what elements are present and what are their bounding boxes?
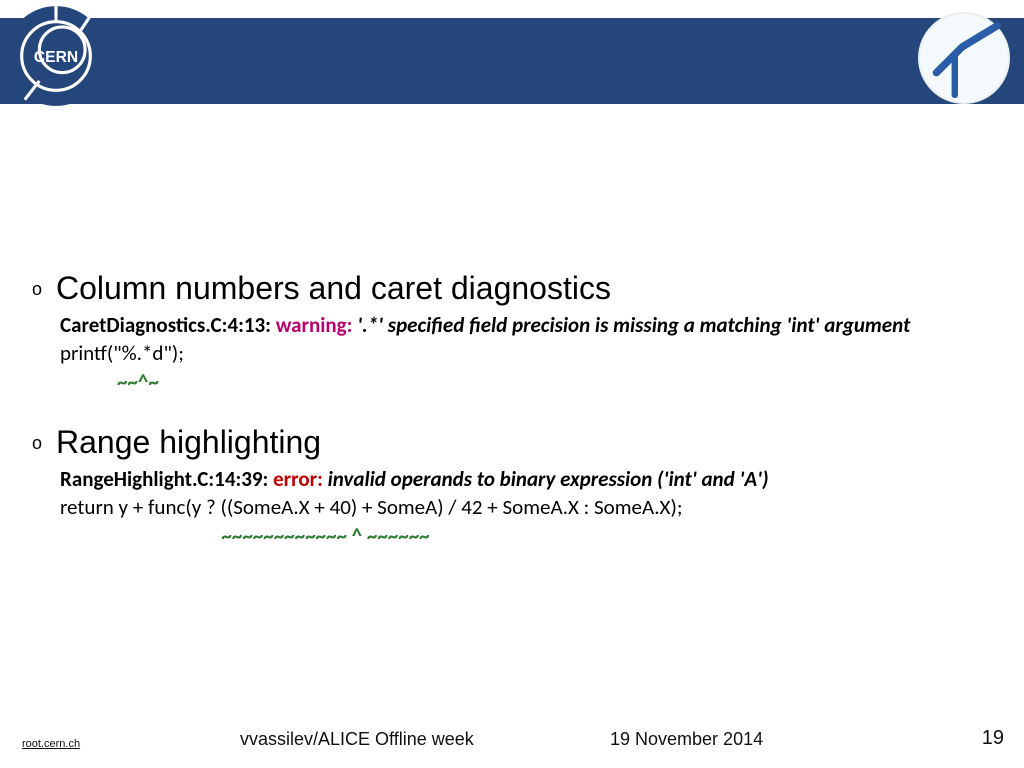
diag-error-tag: error: xyxy=(273,466,328,492)
header-bar xyxy=(0,18,1024,104)
root-logo xyxy=(918,12,1010,104)
bullet-marker: o xyxy=(28,433,46,454)
diag-message: '.*' specified field precision is missin… xyxy=(357,312,910,338)
diagnostic-range: RangeHighlight.C:14:39: error: invalid o… xyxy=(60,465,996,550)
diag-message: invalid operands to binary expression ('… xyxy=(328,466,769,492)
footer-author: vvassilev/ALICE Offline week xyxy=(240,729,474,750)
cern-logo: CERN xyxy=(4,4,108,108)
root-logo-svg xyxy=(918,12,1010,104)
bullet-range-highlight: o Range highlighting xyxy=(28,424,996,461)
bullet-label: Range highlighting xyxy=(56,424,321,460)
svg-text:CERN: CERN xyxy=(34,49,78,66)
footer-site-link[interactable]: root.cern.ch xyxy=(22,738,80,750)
diagnostic-caret: CaretDiagnostics.C:4:13: warning: '.*' s… xyxy=(60,311,996,396)
diag-warning-tag: warning: xyxy=(276,312,357,338)
slide: CERN o Column numbers and caret diagnosti… xyxy=(0,0,1024,768)
diag-location: RangeHighlight.C:14:39: xyxy=(60,466,273,492)
diag-code: printf("%.*d"); xyxy=(60,340,184,366)
diag-location: CaretDiagnostics.C:4:13: xyxy=(60,312,276,338)
footer-page-number: 19 xyxy=(982,727,1004,750)
bullet-marker: o xyxy=(28,279,46,300)
cern-logo-svg: CERN xyxy=(4,4,108,108)
bullet-label: Column numbers and caret diagnostics xyxy=(56,270,611,306)
diag-highlight: ~~^~ xyxy=(60,369,159,395)
diag-code: return y + func(y ? ((SomeA.X + 40) + So… xyxy=(60,494,682,520)
bullet-column-numbers: o Column numbers and caret diagnostics xyxy=(28,270,996,307)
diag-highlight: ~~~~~~~~~~~~ ^ ~~~~~~ xyxy=(60,523,430,549)
footer: root.cern.ch vvassilev/ALICE Offline wee… xyxy=(0,720,1024,750)
content: o Column numbers and caret diagnostics Ca… xyxy=(28,270,996,578)
footer-date: 19 November 2014 xyxy=(610,729,763,750)
